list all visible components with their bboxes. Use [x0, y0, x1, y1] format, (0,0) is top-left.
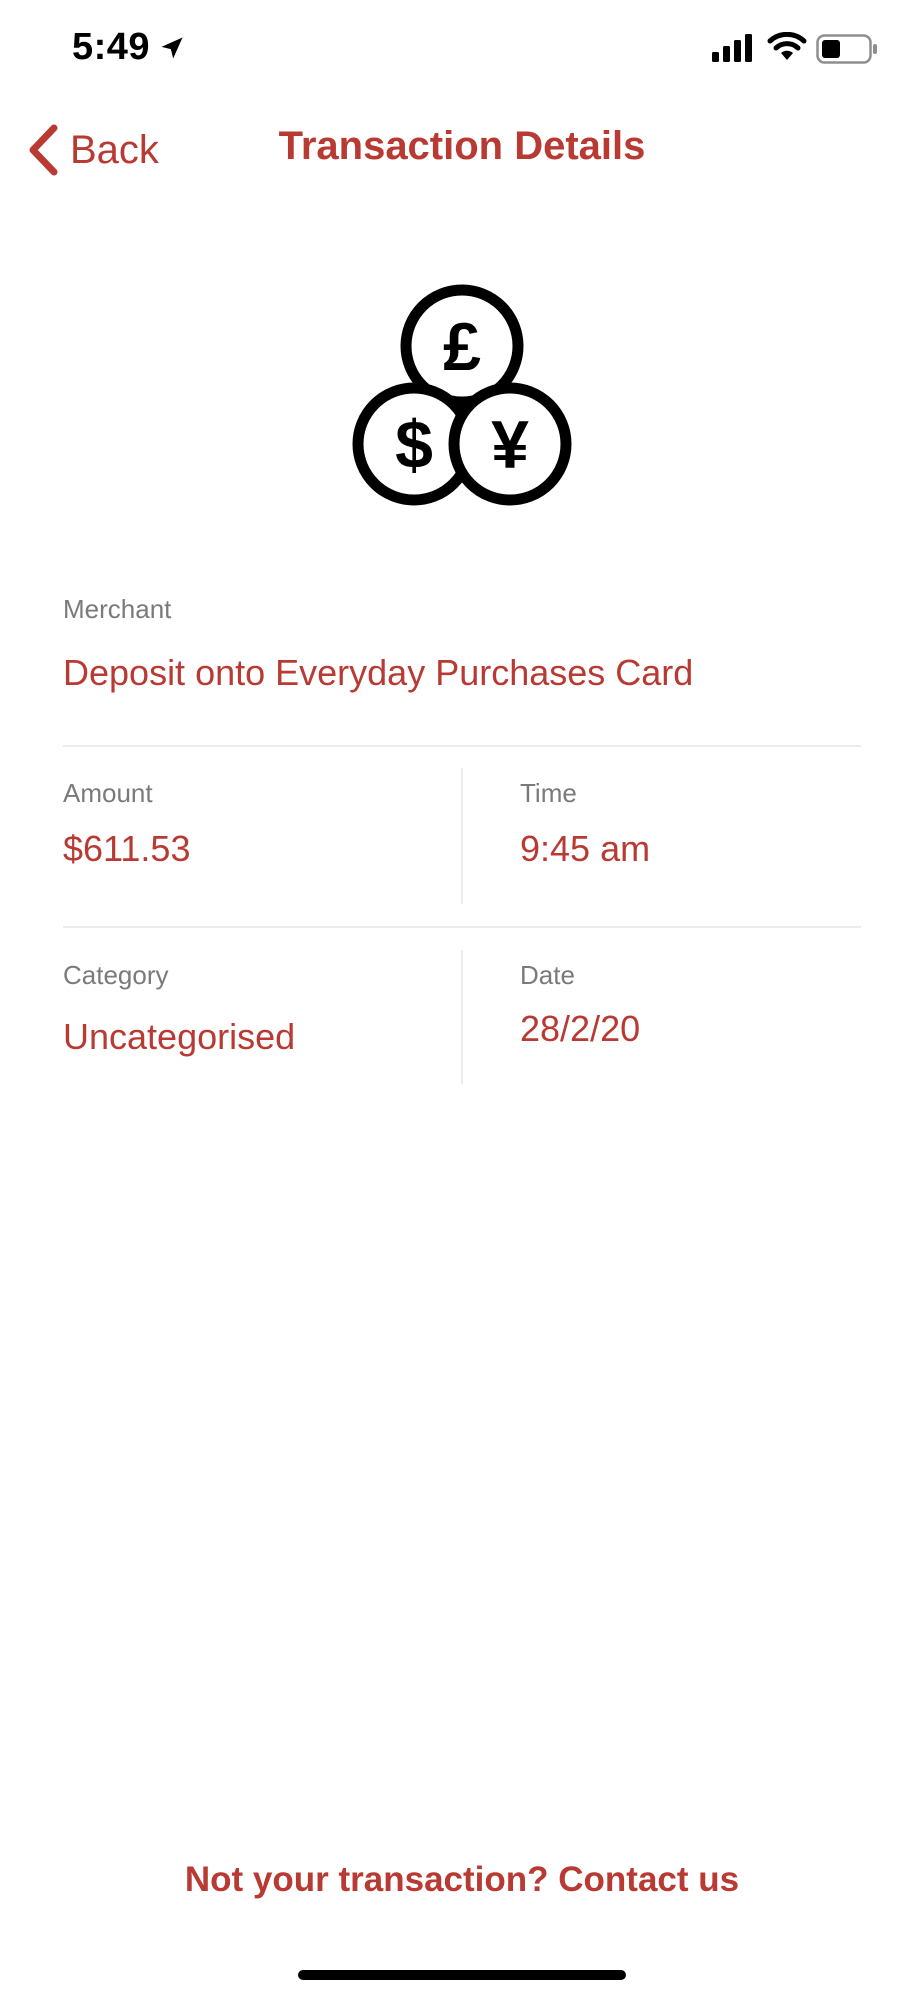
status-time: 5:49 — [72, 26, 151, 68]
currency-coins-icon: £ $ ¥ — [352, 284, 572, 506]
home-indicator[interactable] — [298, 1970, 626, 1980]
page-title: Transaction Details — [278, 124, 646, 168]
date-label: Date — [520, 960, 575, 990]
wifi-icon — [767, 32, 807, 60]
column-divider — [461, 950, 463, 1084]
navigation-bar: Back Transaction Details — [0, 110, 924, 190]
svg-text:$: $ — [395, 407, 433, 483]
category-label: Category — [63, 960, 169, 990]
location-arrow-icon — [161, 37, 183, 59]
status-bar: 5:49 — [0, 0, 924, 100]
svg-text:£: £ — [443, 309, 481, 385]
column-divider — [461, 768, 463, 904]
contact-us-link[interactable]: Not your transaction? Contact us — [0, 1860, 924, 1900]
date-value: 28/2/20 — [520, 1008, 641, 1049]
time-label: Time — [520, 778, 577, 808]
divider — [63, 745, 861, 747]
svg-text:¥: ¥ — [491, 407, 529, 483]
time-value: 9:45 am — [520, 828, 651, 869]
merchant-label: Merchant — [63, 594, 172, 624]
battery-icon — [816, 34, 877, 64]
category-value: Uncategorised — [63, 1016, 296, 1057]
amount-label: Amount — [63, 778, 153, 808]
amount-value: $611.53 — [63, 828, 191, 869]
divider — [63, 926, 861, 928]
cellular-signal-icon — [712, 34, 752, 62]
merchant-value: Deposit onto Everyday Purchases Card — [63, 652, 694, 693]
